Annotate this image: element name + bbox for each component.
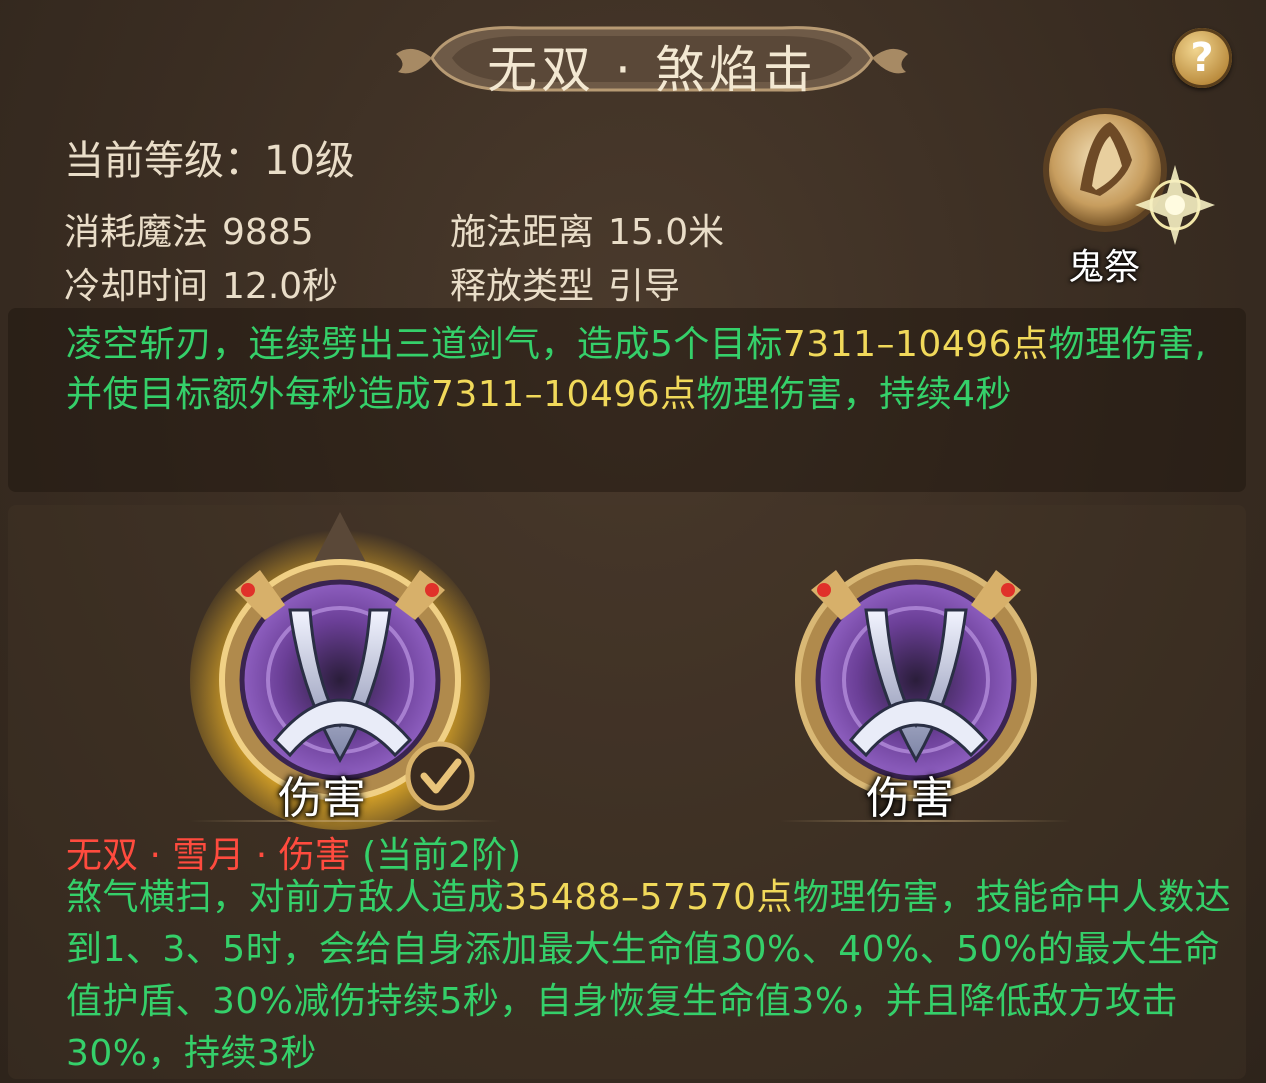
cast-range-stat: 施法距离 15.0米 <box>450 203 724 255</box>
cooldown-value: 12.0秒 <box>222 266 339 307</box>
cast-type-label: 释放类型 <box>450 266 595 307</box>
selected-variant-description: 煞气横扫，对前方敌人造成35488–57570点物理伤害，技能命中人数达到1、3… <box>66 872 1236 1080</box>
selected-variant-title: 无双 · 雪月 · 伤害 (当前2阶) <box>66 826 521 878</box>
mana-cost-stat: 消耗魔法 9885 <box>64 203 314 255</box>
cast-range-label: 施法距离 <box>450 212 595 253</box>
mana-cost-label: 消耗魔法 <box>64 212 209 253</box>
cooldown-stat: 冷却时间 12.0秒 <box>64 257 338 309</box>
level-stat: 当前等级：10级 <box>64 128 355 186</box>
desc-part-3: 物理伤害，持续4秒 <box>696 374 1013 415</box>
desc-damage-2: 7311–10496点 <box>431 374 697 415</box>
variant-2-divider <box>780 820 1070 822</box>
variant-desc-part-1: 煞气横扫，对前方敌人造成 <box>66 877 505 918</box>
cast-range-value: 15.0米 <box>608 212 725 253</box>
variant-option-2-label: 伤害 <box>866 773 954 824</box>
cast-type-value: 引导 <box>608 266 681 307</box>
mana-cost-value: 9885 <box>222 212 314 253</box>
variant-option-1-label: 伤害 <box>278 773 366 824</box>
class-emblem-label: 鬼祭 <box>1068 247 1141 288</box>
skill-title: 无双 · 煞焰击 <box>487 41 817 99</box>
variant-desc-damage: 35488–57570点 <box>504 877 794 918</box>
checkmark-icon <box>404 740 476 812</box>
help-button[interactable]: ? <box>1172 28 1232 88</box>
variant-1-divider <box>190 820 500 822</box>
selected-variant-name: 无双 · 雪月 · 伤害 <box>66 835 351 876</box>
desc-part-1: 凌空斩刃，连续劈出三道剑气，造成5个目标 <box>66 324 783 365</box>
cooldown-label: 冷却时间 <box>64 266 209 307</box>
skill-description: 凌空斩刃，连续劈出三道剑气，造成5个目标7311–10496点物理伤害,并使目标… <box>66 320 1236 420</box>
desc-damage-1: 7311–10496点 <box>782 324 1049 365</box>
level-label: 当前等级： <box>64 138 264 184</box>
selected-variant-stage: (当前2阶) <box>362 835 522 876</box>
question-mark-icon: ? <box>1190 35 1214 81</box>
title-banner: 无双 · 煞焰击 <box>392 18 912 100</box>
level-value: 10级 <box>264 138 355 184</box>
cast-type-stat: 释放类型 引导 <box>450 257 680 309</box>
